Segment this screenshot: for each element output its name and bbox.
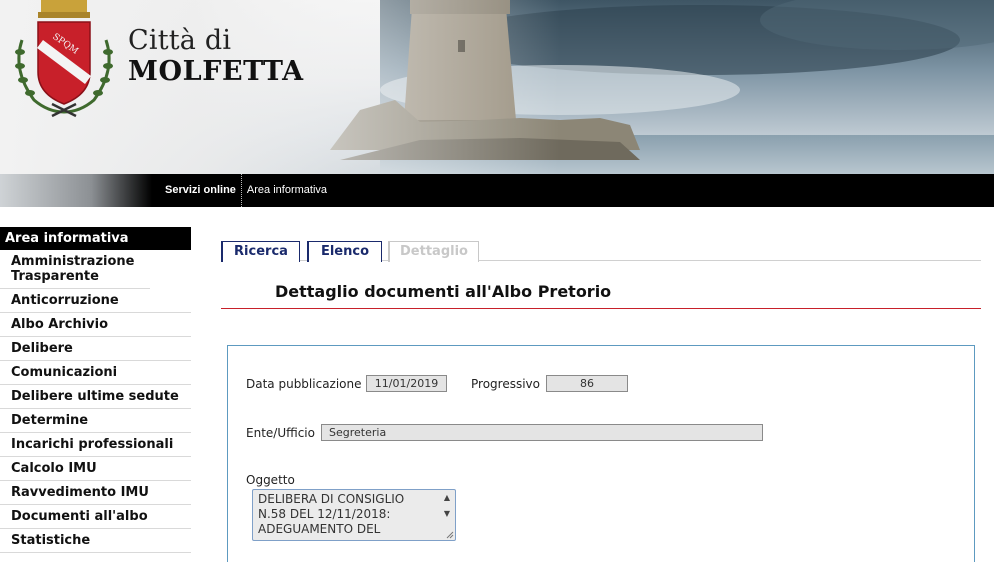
progressivo-field[interactable]: 86: [546, 375, 628, 392]
sidebar-item-documenti-all-albo[interactable]: Documenti all'albo: [0, 505, 191, 529]
sidebar-item-amministrazione-trasparente[interactable]: Amministrazione Trasparente: [0, 250, 150, 289]
sidebar-item-determine[interactable]: Determine: [0, 409, 191, 433]
site-banner: SPQM Città di MOLFETTA: [0, 0, 994, 174]
oggetto-textarea[interactable]: DELIBERA DI CONSIGLIO N.58 DEL 12/11/201…: [252, 489, 456, 541]
sidebar-item-incarichi-professionali[interactable]: Incarichi professionali: [0, 433, 191, 457]
top-nav-bar: Servizi online Area informativa: [0, 174, 994, 207]
scroll-down-icon[interactable]: ▼: [442, 509, 452, 519]
tab-ricerca[interactable]: Ricerca: [221, 241, 300, 262]
ente-ufficio-field[interactable]: Segreteria: [321, 424, 763, 441]
progressivo-label: Progressivo: [471, 377, 540, 391]
page-title: Dettaglio documenti all'Albo Pretorio: [275, 282, 612, 301]
top-nav-fade: [0, 174, 152, 207]
sidebar-item-delibere[interactable]: Delibere: [0, 337, 191, 361]
tab-dettaglio: Dettaglio: [388, 241, 479, 262]
tab-bar: Ricerca Elenco Dettaglio: [221, 240, 981, 262]
data-pubblicazione-field[interactable]: 11/01/2019: [366, 375, 447, 392]
title-divider: [221, 308, 981, 309]
city-prefix: Città di: [128, 25, 232, 56]
resize-grip-icon[interactable]: [446, 531, 454, 539]
data-pubblicazione-label: Data pubblicazione: [246, 377, 362, 391]
sidebar-item-ravvedimento-imu[interactable]: Ravvedimento IMU: [0, 481, 191, 505]
oggetto-label: Oggetto: [246, 473, 295, 487]
topnav-area-informativa[interactable]: Area informativa: [240, 174, 332, 207]
detail-panel: Data pubblicazione 11/01/2019 Progressiv…: [227, 345, 975, 562]
ente-ufficio-label: Ente/Ufficio: [246, 426, 315, 440]
scroll-up-icon[interactable]: ▲: [442, 493, 452, 503]
sidebar-item-comunicazioni[interactable]: Comunicazioni: [0, 361, 191, 385]
sidebar-heading: Area informativa: [0, 227, 191, 250]
sidebar-item-calcolo-imu[interactable]: Calcolo IMU: [0, 457, 191, 481]
city-crest-logo: SPQM: [15, 0, 113, 118]
topnav-servizi-online[interactable]: Servizi online: [152, 174, 241, 207]
top-nav: Servizi online Area informativa: [152, 174, 332, 207]
sidebar-item-albo-archivio[interactable]: Albo Archivio: [0, 313, 191, 337]
sidebar-item-statistiche[interactable]: Statistiche: [0, 529, 191, 553]
city-title: Città di MOLFETTA: [128, 26, 304, 88]
sidebar: Area informativa Amministrazione Traspar…: [0, 227, 191, 553]
tab-elenco[interactable]: Elenco: [307, 241, 382, 262]
sidebar-item-delibere-ultime-sedute[interactable]: Delibere ultime sedute: [0, 385, 191, 409]
city-name: MOLFETTA: [128, 56, 304, 87]
sidebar-item-anticorruzione[interactable]: Anticorruzione: [0, 289, 191, 313]
oggetto-text: DELIBERA DI CONSIGLIO N.58 DEL 12/11/201…: [258, 492, 405, 536]
